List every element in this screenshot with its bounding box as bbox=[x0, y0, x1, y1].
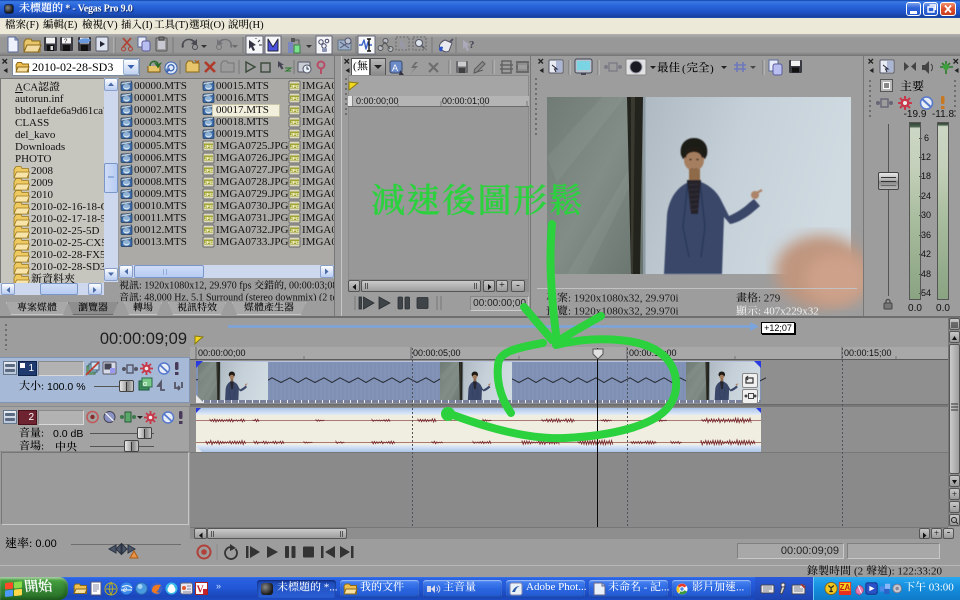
svg-text:(: ( bbox=[682, 63, 686, 75]
svg-text:A: A bbox=[392, 63, 398, 73]
svg-text:ZA: ZA bbox=[840, 583, 851, 592]
svg-text:»: » bbox=[216, 581, 221, 591]
svg-text:): ) bbox=[710, 63, 714, 75]
svg-text:?: ? bbox=[469, 39, 475, 51]
svg-text:α: α bbox=[143, 381, 147, 388]
svg-text:e: e bbox=[123, 584, 127, 594]
